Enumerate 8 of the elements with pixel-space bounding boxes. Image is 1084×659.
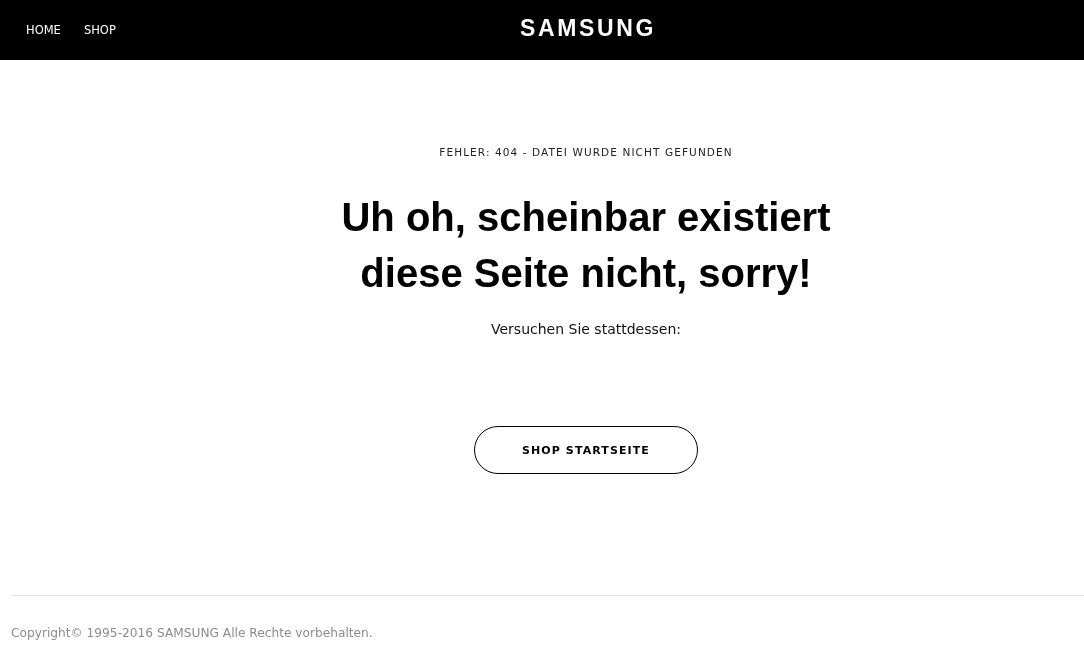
- copyright-text: Copyright© 1995-2016 SAMSUNG Alle Rechte vorbehalten.: [11, 626, 373, 640]
- logo[interactable]: SAMSUNG: [520, 15, 656, 42]
- shop-home-button[interactable]: SHOP STARTSEITE: [474, 426, 698, 474]
- heading: Uh oh, scheinbar existiert diese Seite nicht, sorry!: [341, 194, 831, 297]
- subtext: Versuchen Sie stattdessen:: [491, 321, 681, 337]
- error-label: FEHLER: 404 - DATEI WURDE NICHT GEFUNDEN: [439, 146, 733, 158]
- nav-link[interactable]: HOME: [26, 23, 61, 37]
- nav-link[interactable]: SHOP: [83, 23, 116, 37]
